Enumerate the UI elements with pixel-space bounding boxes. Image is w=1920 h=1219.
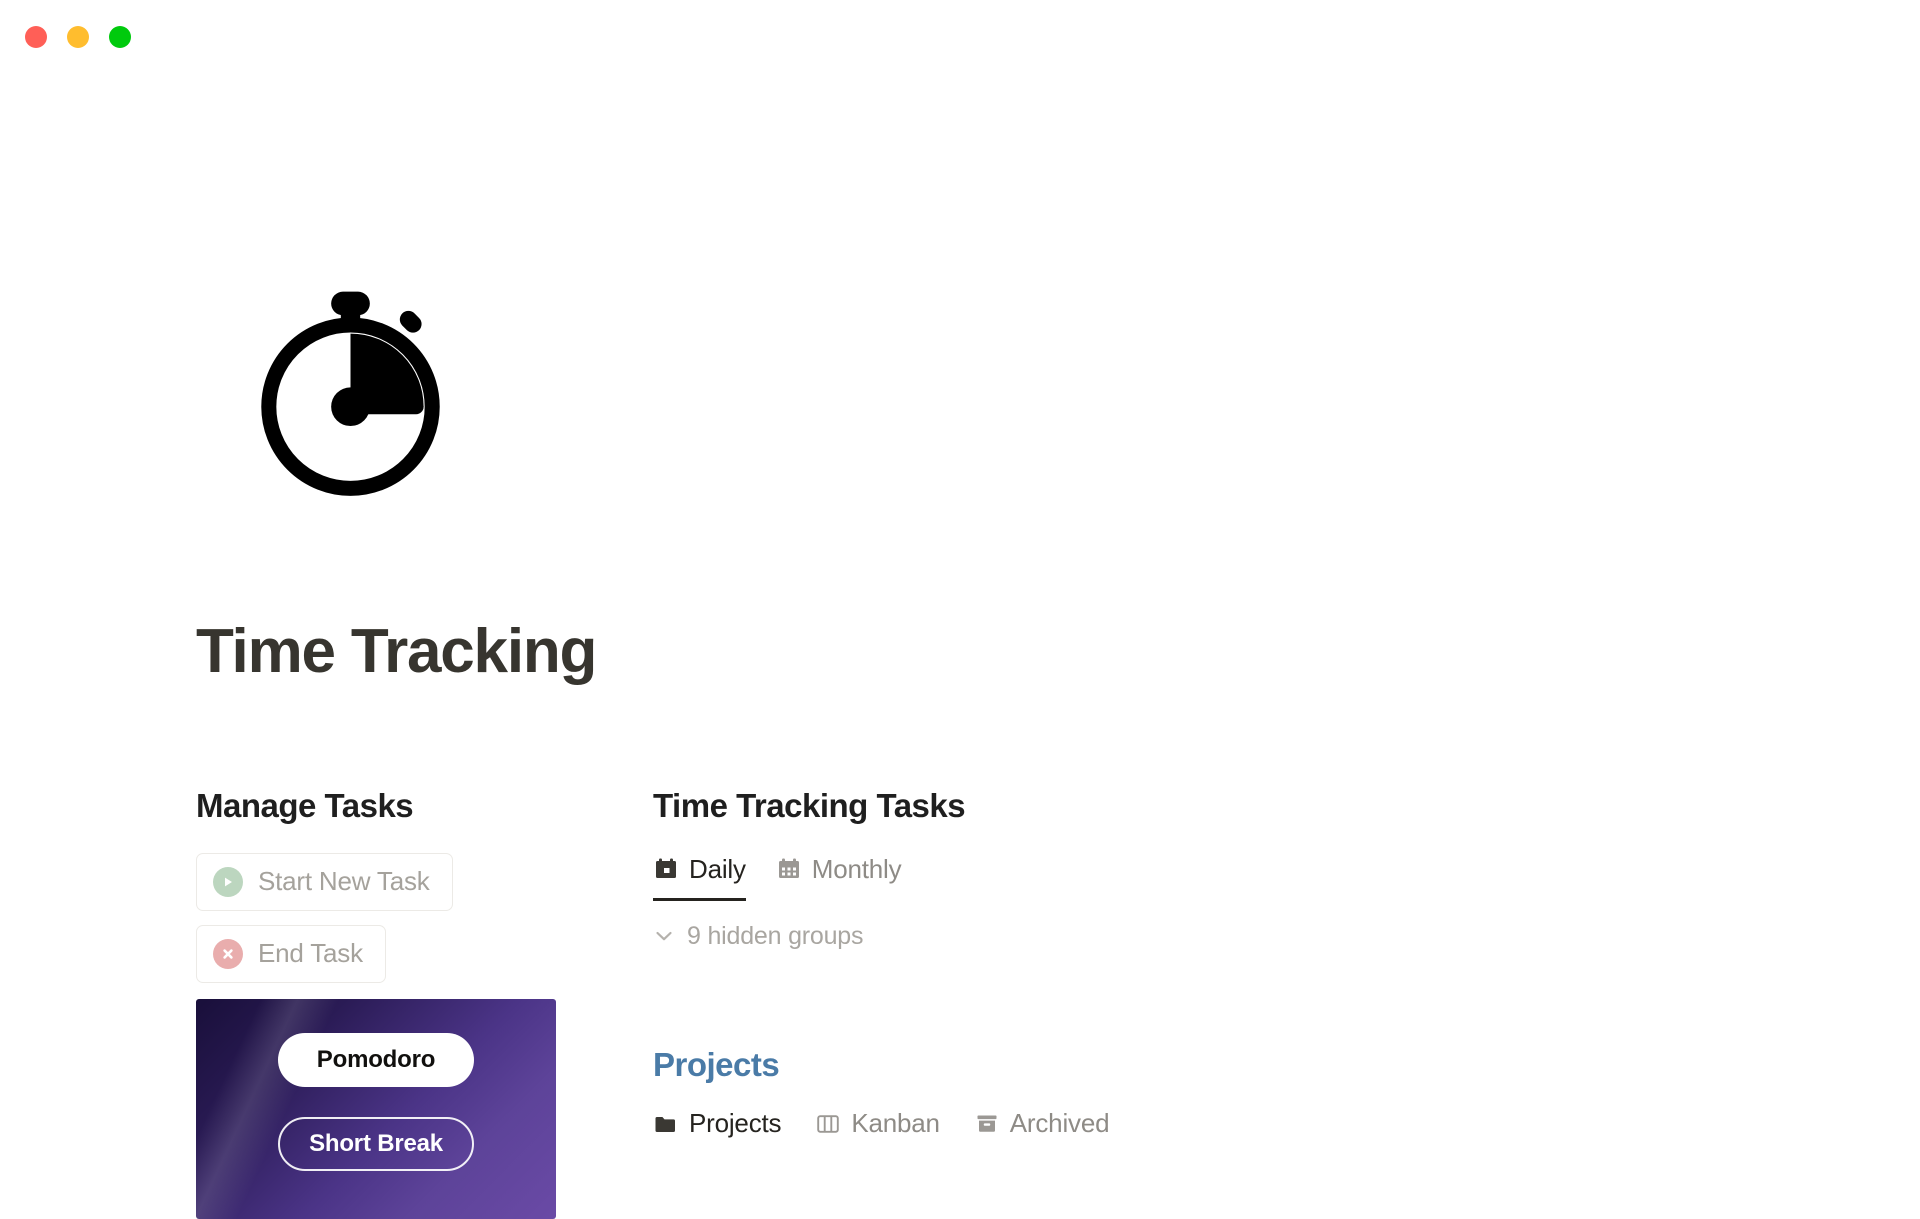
tab-monthly-label: Monthly — [811, 853, 902, 884]
pomodoro-timer-card: Pomodoro Short Break — [196, 999, 556, 1219]
stopwatch-icon — [243, 282, 458, 497]
archive-icon — [974, 1111, 1000, 1137]
end-task-label: End Task — [258, 938, 363, 969]
projects-heading: Projects — [653, 1045, 780, 1083]
minimize-window-button[interactable] — [67, 26, 89, 48]
calendar-month-icon — [776, 856, 802, 882]
page-content: Time Tracking Manage Tasks Start New Tas… — [0, 74, 1920, 1219]
tab-archived[interactable]: Archived — [974, 1108, 1110, 1139]
time-tracking-tasks-heading: Time Tracking Tasks — [653, 787, 966, 824]
tab-daily-label: Daily — [689, 853, 746, 884]
page-title: Time Tracking — [196, 617, 597, 686]
projects-section: Projects Projects Kanban Archived — [653, 1045, 1553, 1140]
tab-archived-label: Archived — [1009, 1108, 1110, 1139]
tab-kanban[interactable]: Kanban — [815, 1108, 940, 1139]
hidden-groups-toggle[interactable]: 9 hidden groups — [653, 920, 864, 953]
board-icon — [815, 1111, 841, 1137]
tab-monthly[interactable]: Monthly — [776, 854, 902, 901]
pomodoro-button[interactable]: Pomodoro — [278, 1032, 474, 1087]
maximize-window-button[interactable] — [109, 26, 131, 48]
start-new-task-button[interactable]: Start New Task — [196, 852, 453, 911]
close-circle-icon — [213, 938, 243, 969]
time-tracking-view-tabs: Daily Monthly — [653, 854, 1553, 901]
start-new-task-label: Start New Task — [258, 866, 430, 897]
time-tracking-tasks-column: Time Tracking Tasks Daily Monthly 9 hidd… — [653, 786, 1553, 1139]
calendar-day-icon — [653, 856, 679, 882]
projects-view-tabs: Projects Kanban Archived — [653, 1108, 1553, 1139]
manage-tasks-actions: Start New Task End Task — [196, 852, 616, 983]
tab-kanban-label: Kanban — [851, 1108, 940, 1139]
play-circle-icon — [213, 866, 243, 897]
folder-icon — [653, 1111, 679, 1137]
manage-tasks-heading: Manage Tasks — [196, 787, 414, 824]
tab-daily[interactable]: Daily — [653, 854, 746, 901]
tab-projects[interactable]: Projects — [653, 1108, 782, 1139]
window-titlebar — [0, 0, 1920, 74]
manage-tasks-column: Manage Tasks Start New Task End Task Pom… — [196, 786, 616, 1219]
hidden-groups-label: 9 hidden groups — [687, 921, 864, 950]
close-window-button[interactable] — [25, 26, 47, 48]
tab-projects-label: Projects — [689, 1108, 782, 1139]
chevron-down-icon — [653, 925, 675, 947]
short-break-button[interactable]: Short Break — [278, 1116, 474, 1171]
end-task-button[interactable]: End Task — [196, 924, 386, 983]
